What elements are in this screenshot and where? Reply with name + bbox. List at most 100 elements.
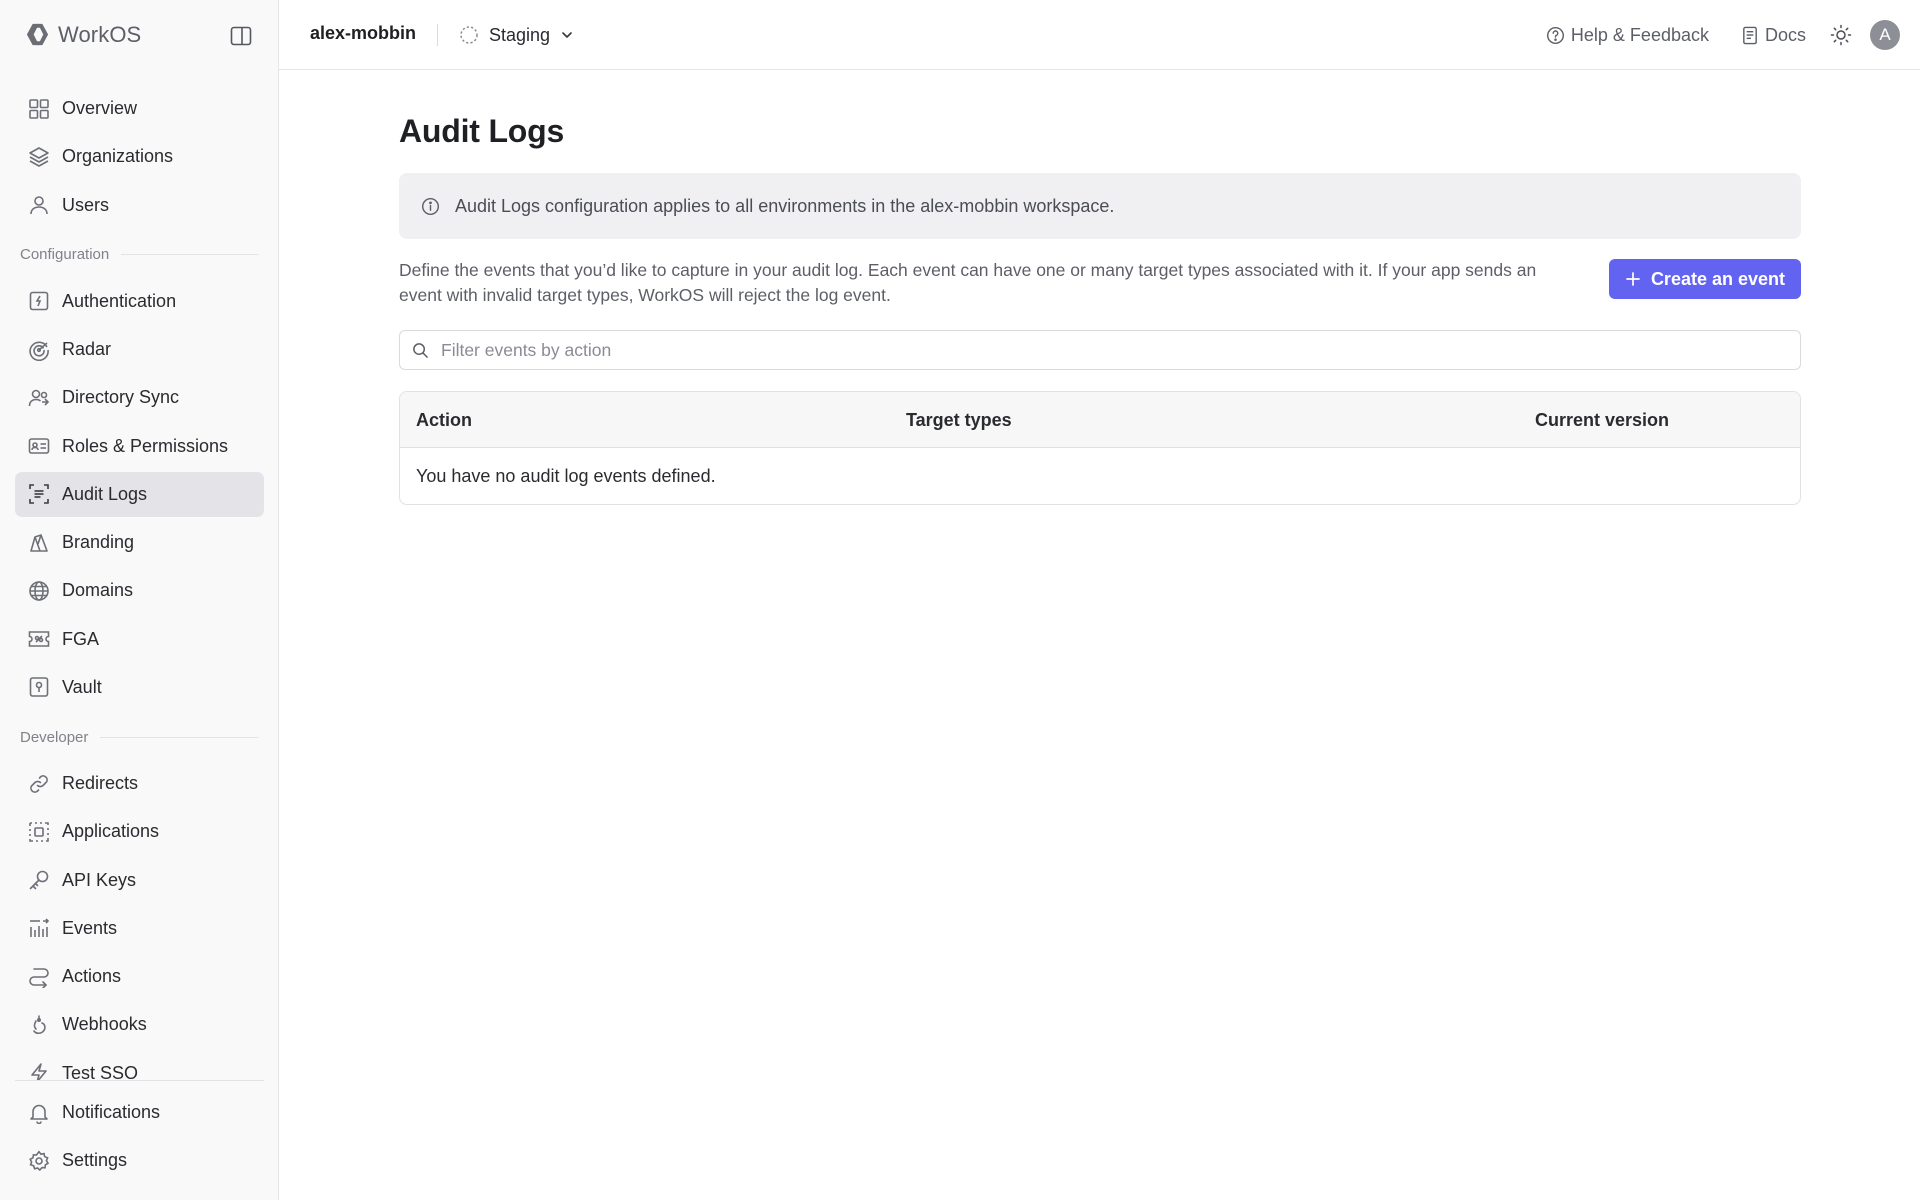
create-event-button[interactable]: Create an event bbox=[1608, 259, 1801, 299]
sidebar-item-fga[interactable]: FGA bbox=[15, 617, 264, 662]
column-header-current-version: Current version bbox=[1535, 410, 1670, 430]
section-label-developer: Developer bbox=[15, 713, 264, 761]
workos-logo-icon bbox=[26, 23, 49, 46]
docs-link[interactable]: Docs bbox=[1741, 25, 1806, 46]
sidebar-item-label: Organizations bbox=[62, 146, 174, 167]
avatar[interactable]: A bbox=[1870, 20, 1900, 50]
sidebar-item-label: Authentication bbox=[62, 290, 177, 311]
sidebar-item-roles-permissions[interactable]: Roles & Permissions bbox=[15, 424, 264, 469]
info-banner: Audit Logs configuration applies to all … bbox=[399, 173, 1801, 239]
section-divider bbox=[100, 736, 258, 738]
sidebar-item-label: Roles & Permissions bbox=[62, 435, 229, 456]
radar-icon bbox=[27, 338, 51, 362]
sidebar-item-label: Domains bbox=[62, 580, 134, 601]
sidebar-item-settings[interactable]: Settings bbox=[15, 1138, 264, 1183]
sidebar-item-label: Radar bbox=[62, 339, 112, 359]
globe-icon bbox=[27, 579, 51, 603]
sidebar-item-applications[interactable]: Applications bbox=[15, 809, 264, 854]
ticket-icon bbox=[27, 627, 51, 651]
filter-events-input[interactable] bbox=[441, 339, 1741, 361]
sidebar-item-webhooks[interactable]: Webhooks bbox=[15, 1002, 264, 1047]
sidebar-item-label: Directory Sync bbox=[62, 387, 180, 408]
audit-events-table: Action Target types Current version You … bbox=[399, 391, 1801, 505]
sidebar-item-label: Applications bbox=[62, 821, 160, 842]
sidebar-item-organizations[interactable]: Organizations bbox=[15, 134, 264, 179]
users-sync-icon bbox=[27, 386, 51, 410]
section-label-text: Configuration bbox=[20, 246, 110, 264]
sidebar-item-redirects[interactable]: Redirects bbox=[15, 761, 264, 806]
page-title: Audit Logs bbox=[399, 113, 565, 149]
sidebar-item-label: FGA bbox=[62, 628, 100, 649]
link-icon bbox=[27, 772, 51, 796]
vault-icon bbox=[27, 675, 51, 699]
sidebar-toggle-icon bbox=[230, 26, 252, 46]
sidebar-item-directory-sync[interactable]: Directory Sync bbox=[15, 375, 264, 420]
brush-icon bbox=[27, 531, 51, 555]
sidebar-item-label: Branding bbox=[62, 532, 135, 552]
chevron-down-icon bbox=[562, 32, 572, 38]
brand-row: WorkOS bbox=[0, 0, 279, 70]
sidebar-item-overview[interactable]: Overview bbox=[15, 86, 264, 131]
sidebar-item-vault[interactable]: Vault bbox=[15, 665, 264, 710]
column-header-target-types: Target types bbox=[906, 410, 1012, 430]
sidebar-item-users[interactable]: Users bbox=[15, 183, 264, 228]
environment-dot-icon bbox=[460, 26, 478, 44]
help-feedback-link[interactable]: Help & Feedback bbox=[1546, 25, 1709, 46]
grid-icon bbox=[27, 97, 51, 121]
id-card-icon bbox=[27, 434, 51, 458]
user-icon bbox=[27, 193, 51, 217]
actions-icon bbox=[27, 965, 51, 989]
info-icon bbox=[421, 197, 440, 216]
sidebar-item-events[interactable]: Events bbox=[15, 906, 264, 951]
environment-selector[interactable]: Staging bbox=[459, 18, 574, 52]
filter-events-field[interactable] bbox=[399, 330, 1801, 370]
plus-icon bbox=[1626, 272, 1640, 286]
sidebar-item-api-keys[interactable]: API Keys bbox=[15, 858, 264, 903]
top-bar: alex-mobbin Staging Help & Feedback Docs… bbox=[279, 0, 1920, 70]
info-banner-text: Audit Logs configuration applies to all … bbox=[455, 195, 1115, 216]
workos-logo[interactable]: WorkOS bbox=[24, 21, 141, 48]
sidebar-item-domains[interactable]: Domains bbox=[15, 568, 264, 613]
page-description: Define the events that you’d like to cap… bbox=[399, 260, 1537, 305]
docs-label: Docs bbox=[1764, 24, 1806, 45]
top-bar-actions: Help & Feedback Docs A bbox=[1546, 18, 1900, 52]
column-header-action: Action bbox=[416, 410, 472, 430]
key-icon bbox=[27, 868, 51, 892]
collapse-sidebar-button[interactable] bbox=[226, 22, 256, 50]
sidebar-item-test-sso[interactable]: Test SSO bbox=[15, 1051, 264, 1080]
sidebar-item-label: Settings bbox=[62, 1150, 128, 1171]
workspace-name[interactable]: alex-mobbin bbox=[310, 23, 416, 44]
brand-name: WorkOS bbox=[58, 21, 142, 47]
empty-state-text: You have no audit log events defined. bbox=[416, 466, 716, 486]
sidebar: WorkOS Overview Organizations Users Conf… bbox=[0, 0, 279, 1200]
section-label-configuration: Configuration bbox=[15, 231, 264, 279]
theme-toggle-button[interactable] bbox=[1830, 24, 1852, 46]
audit-log-icon bbox=[27, 482, 51, 506]
sidebar-item-label: Vault bbox=[62, 676, 102, 697]
sidebar-nav: Overview Organizations Users Configurati… bbox=[15, 86, 264, 1080]
sidebar-item-label: Actions bbox=[62, 966, 122, 986]
bar-chart-icon bbox=[27, 916, 51, 940]
app-frame-icon bbox=[27, 820, 51, 844]
section-divider bbox=[121, 254, 258, 256]
environment-label: Staging bbox=[489, 24, 551, 45]
sidebar-item-label: Notifications bbox=[62, 1102, 161, 1122]
sidebar-item-actions[interactable]: Actions bbox=[15, 954, 264, 999]
document-icon bbox=[1743, 26, 1757, 44]
sidebar-item-notifications[interactable]: Notifications bbox=[15, 1090, 264, 1135]
help-icon bbox=[1546, 26, 1564, 44]
sidebar-item-label: Events bbox=[62, 917, 118, 938]
table-empty-row: You have no audit log events defined. bbox=[400, 448, 1800, 504]
sidebar-item-label: Users bbox=[62, 194, 110, 215]
layers-icon bbox=[27, 145, 51, 169]
sidebar-item-authentication[interactable]: Authentication bbox=[15, 279, 264, 324]
top-bar-separator bbox=[437, 24, 438, 46]
sidebar-item-branding[interactable]: Branding bbox=[15, 520, 264, 565]
sidebar-item-audit-logs[interactable]: Audit Logs bbox=[15, 471, 264, 517]
create-event-label: Create an event bbox=[1650, 268, 1785, 289]
gear-icon bbox=[27, 1149, 51, 1173]
sidebar-item-radar[interactable]: Radar bbox=[15, 327, 264, 372]
bolt-icon bbox=[27, 1061, 51, 1080]
auth-icon bbox=[27, 289, 51, 313]
sidebar-item-label: Webhooks bbox=[62, 1014, 147, 1035]
